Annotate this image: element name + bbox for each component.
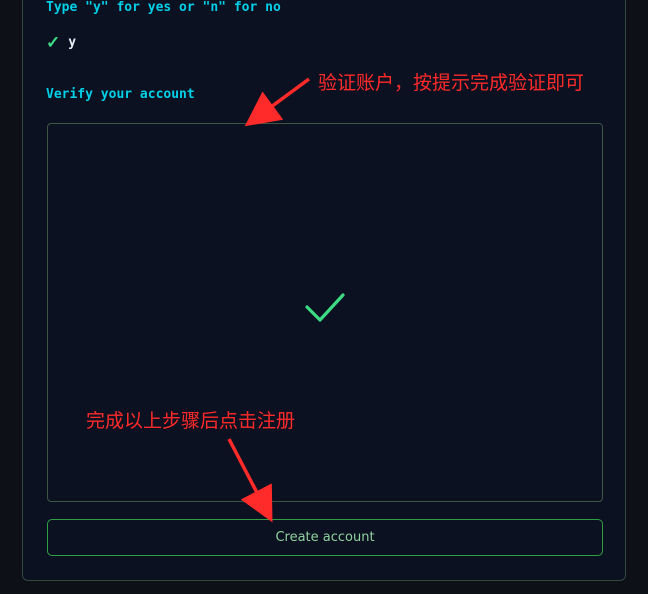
answer-value: y <box>68 35 77 50</box>
yes-no-prompt: Type "y" for yes or "n" for no <box>46 0 281 15</box>
signup-page: Type "y" for yes or "n" for no ✓ y Verif… <box>0 0 648 594</box>
create-account-button[interactable]: Create account <box>47 519 603 556</box>
answer-row: ✓ y <box>46 34 76 51</box>
register-annotation: 完成以上步骤后点击注册 <box>86 410 296 432</box>
check-icon <box>305 293 345 322</box>
check-icon: ✓ <box>46 33 61 52</box>
verify-annotation: 验证账户，按提示完成验证即可 <box>318 72 585 94</box>
verification-widget[interactable] <box>47 123 603 502</box>
verify-account-label: Verify your account <box>46 87 195 102</box>
